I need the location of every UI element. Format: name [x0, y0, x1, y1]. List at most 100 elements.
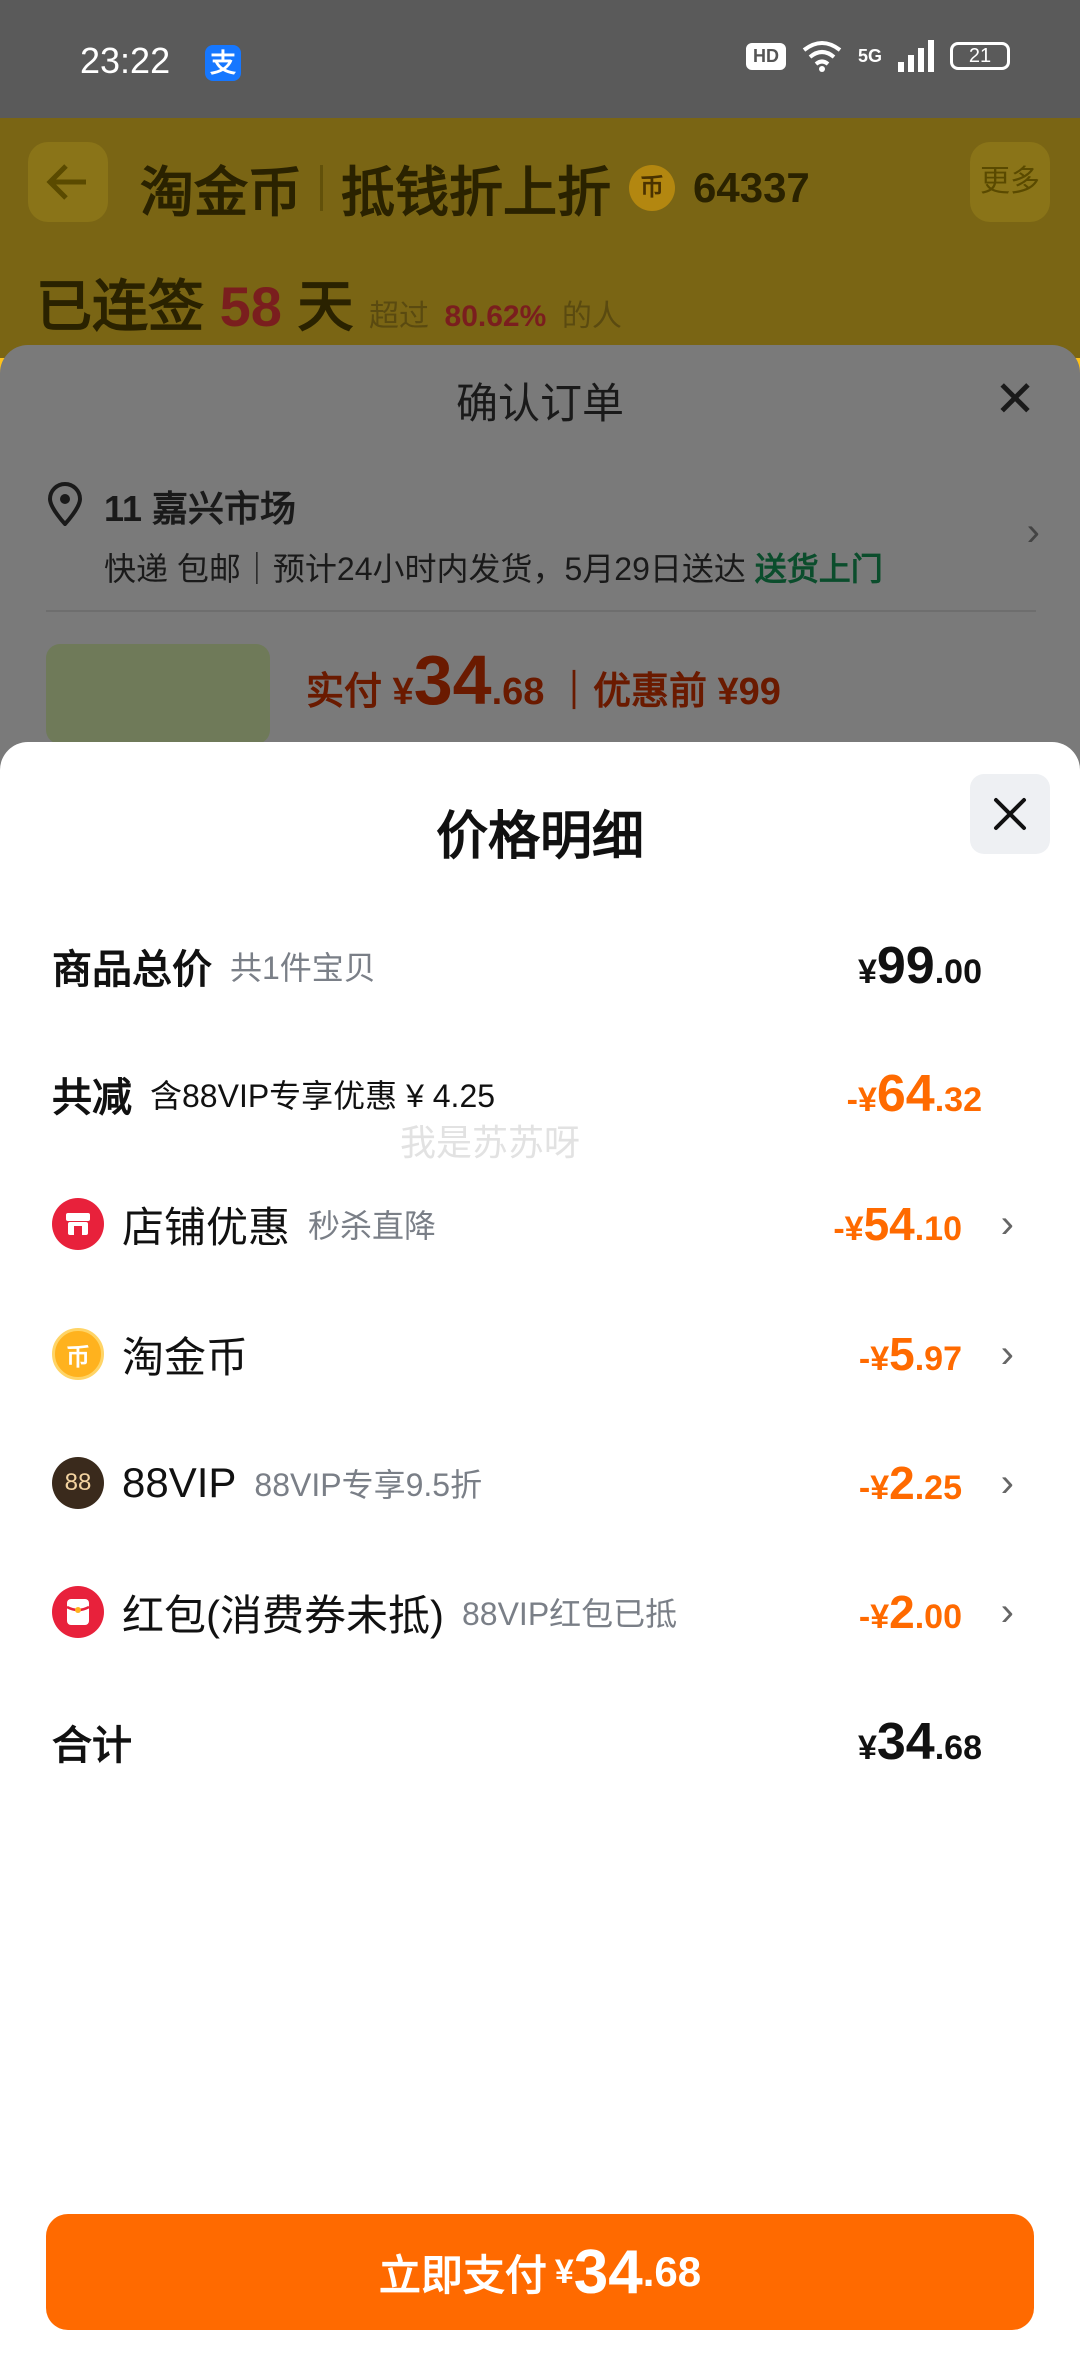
row-sum: 合计 ¥34.68	[52, 1702, 1032, 1782]
total-reduce-sub: 含88VIP专享优惠 ¥ 4.25	[150, 1078, 496, 1114]
price-detail-sheet: 价格明细 我是苏苏呀 商品总价 共1件宝贝 ¥99.00 共减 含88VIP专享…	[0, 742, 1080, 2376]
battery-icon: 21	[950, 42, 1010, 70]
streak-days: 58	[219, 275, 282, 338]
hd-icon: HD	[745, 42, 786, 70]
shop-icon	[52, 1198, 104, 1250]
total-reduce-currency: -¥	[846, 1081, 877, 1119]
exceed-suffix: 的人	[561, 300, 622, 333]
streak-prefix: 已连签	[36, 275, 204, 338]
total-goods-currency: ¥	[857, 953, 877, 991]
location-pin-icon	[47, 482, 83, 526]
vip-amount: -¥ 2.25	[859, 1456, 962, 1510]
shop-discount-amount: -¥ 54.10	[833, 1197, 962, 1251]
chevron-right-icon: ›	[1000, 1589, 1014, 1634]
status-bar: 23:22 支 HD 5G 21	[0, 0, 1080, 118]
exceed-percent: 80.62%	[444, 300, 547, 333]
arrow-left-icon	[46, 164, 86, 200]
sum-dec: .68	[934, 1729, 982, 1767]
wifi-icon	[802, 41, 842, 72]
row-total-goods: 商品总价 共1件宝贝 ¥99.00	[52, 926, 1032, 1006]
coin-glyph: 币	[66, 1343, 90, 1371]
taojinbi-dec: .97	[914, 1340, 962, 1378]
shop-discount-label: 店铺优惠	[122, 1203, 291, 1251]
total-goods-int: 99	[876, 937, 935, 995]
red-packet-dec: .00	[914, 1598, 962, 1636]
more-button: 更多	[970, 142, 1050, 222]
taojinbi-amount: -¥ 5.97	[859, 1327, 962, 1381]
red-packet-int: 2	[889, 1586, 915, 1638]
shop-discount-currency: -¥	[833, 1210, 864, 1248]
taojinbi-currency: -¥	[858, 1340, 890, 1378]
divider	[46, 610, 1036, 612]
shop-discount-int: 54	[863, 1198, 915, 1250]
background-title: 淘金币 抵钱折上折 币 64337	[140, 148, 810, 227]
status-indicators: HD 5G 21	[745, 40, 1010, 72]
paid-prefix: 实付 ¥	[306, 671, 414, 713]
taojinbi-int: 5	[889, 1328, 915, 1380]
sheet-title: 价格明细	[435, 808, 644, 866]
row-taojinbi[interactable]: 币 淘金币 -¥ 5.97 ›	[52, 1314, 1032, 1394]
total-goods-sub: 共1件宝贝	[230, 950, 376, 986]
total-goods-dec: .00	[934, 953, 982, 991]
order-sheet-title: 确认订单	[455, 380, 624, 427]
vip-88-icon: 88	[52, 1457, 104, 1509]
address-chevron-icon: ›	[1026, 510, 1040, 554]
shipping-text: 快递 包邮｜预计24小时内发货，5月29日送达	[104, 551, 746, 587]
red-packet-label: 红包(消费券未抵)	[122, 1591, 444, 1639]
signal-icon	[898, 40, 934, 72]
pay-now-label: 立即支付	[378, 2251, 547, 2299]
vip-int: 2	[889, 1457, 915, 1509]
pay-now-button[interactable]: 立即支付 ¥ 34 .68	[46, 2214, 1034, 2330]
paid-summary: 实付 ¥34.68 ｜优惠前 ¥99	[306, 640, 781, 720]
shop-discount-sub: 秒杀直降	[308, 1208, 437, 1244]
total-reduce-amount: -¥ 64.32	[847, 1064, 982, 1124]
row-shop-discount[interactable]: 店铺优惠 秒杀直降 -¥ 54.10 ›	[52, 1184, 1032, 1264]
sum-label: 合计	[52, 1724, 132, 1768]
total-goods-amount: ¥99.00	[858, 936, 982, 996]
streak-text: 已连签 58 天 超过 80.62% 的人	[36, 262, 622, 343]
alipay-icon: 支	[205, 45, 241, 81]
pay-now-currency: ¥	[554, 2252, 574, 2291]
delivery-tag: 送货上门	[754, 551, 883, 587]
red-packet-amount: -¥ 2.00	[859, 1585, 962, 1639]
sum-currency: ¥	[857, 1729, 877, 1767]
paid-int: 34	[413, 641, 492, 719]
red-packet-icon	[52, 1586, 104, 1638]
shop-discount-dec: .10	[914, 1210, 962, 1248]
coin-icon: 币	[629, 164, 675, 211]
total-goods-label: 商品总价	[52, 948, 212, 992]
vip-dec: .25	[914, 1469, 962, 1507]
chevron-right-icon: ›	[1000, 1460, 1014, 1505]
row-red-packet[interactable]: 红包(消费券未抵) 88VIP红包已抵 -¥ 2.00 ›	[52, 1572, 1032, 1652]
paid-dec: .68	[491, 671, 545, 713]
coin-count: 64337	[693, 163, 810, 211]
status-time: 23:22	[80, 40, 171, 81]
vip-currency: -¥	[858, 1469, 890, 1507]
before-discount: ｜优惠前 ¥99	[554, 671, 781, 713]
vip-label: 88VIP	[122, 1459, 237, 1506]
row-total-reduce: 共减 含88VIP专享优惠 ¥ 4.25 -¥ 64.32	[52, 1054, 1032, 1134]
close-button[interactable]	[970, 774, 1050, 854]
exceed-prefix: 超过	[368, 300, 429, 333]
pay-now-dec: .68	[642, 2248, 702, 2295]
product-thumbnail	[46, 644, 270, 744]
vip-sub: 88VIP专享9.5折	[254, 1467, 483, 1503]
total-reduce-label: 共减	[52, 1076, 132, 1120]
vip-glyph: 88	[64, 1469, 92, 1496]
red-packet-currency: -¥	[858, 1598, 890, 1636]
red-packet-sub: 88VIP红包已抵	[461, 1596, 678, 1632]
title-taojinbi: 淘金币	[140, 163, 302, 223]
pay-now-int: 34	[573, 2237, 643, 2307]
row-88vip[interactable]: 88 88VIP 88VIP专享9.5折 -¥ 2.25 ›	[52, 1443, 1032, 1523]
back-button	[28, 142, 108, 222]
title-divider	[320, 164, 323, 211]
total-reduce-dec: .32	[934, 1081, 982, 1119]
coin-icon: 币	[52, 1328, 104, 1380]
total-reduce-int: 64	[876, 1065, 935, 1123]
streak-suffix: 天	[297, 275, 354, 338]
chevron-right-icon: ›	[1000, 1331, 1014, 1376]
sum-amount: ¥34.68	[858, 1712, 982, 1772]
address-text: 11 嘉兴市场	[104, 488, 297, 529]
order-close-icon: ✕	[994, 371, 1036, 427]
sum-int: 34	[876, 1713, 935, 1771]
